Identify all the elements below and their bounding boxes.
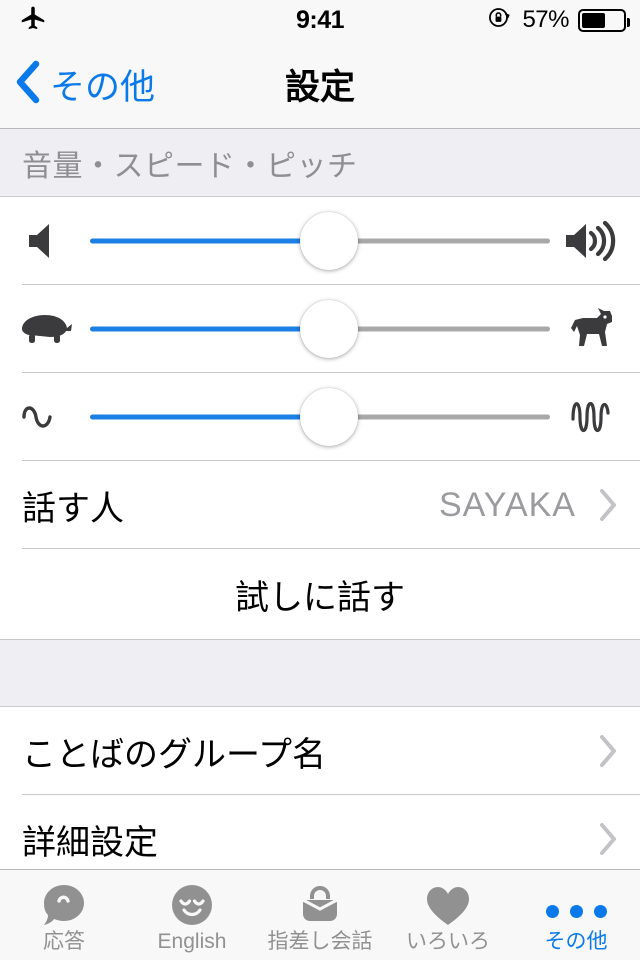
tab-more-label: その他: [544, 930, 608, 953]
pitch-track-fill: [90, 414, 311, 420]
tab-response[interactable]: 応答: [0, 870, 128, 960]
section-header-voice: 音量・スピード・ピッチ: [0, 129, 640, 197]
tab-various[interactable]: いろいろ: [384, 870, 512, 960]
tab-pointing-conversation-label: 指差し会話: [267, 930, 373, 953]
turtle-icon: [4, 307, 90, 351]
status-bar-right: 57%: [486, 0, 630, 40]
speed-track-fill: [90, 326, 311, 332]
settings-screen: 9:41 57% その他 設定 音量・スピード・ピッチ 話す人 SAYAKA 試…: [0, 0, 640, 960]
high-wave-icon: [550, 393, 636, 441]
tab-pointing-conversation[interactable]: 指差し会話: [256, 870, 384, 960]
tab-various-label: いろいろ: [406, 930, 490, 953]
speed-track-remaining: [347, 326, 550, 332]
low-wave-icon: [4, 395, 90, 439]
speaker-voice-row[interactable]: 話す人 SAYAKA: [0, 461, 640, 549]
status-bar: 9:41 57%: [0, 0, 640, 40]
rotation-lock-icon: [486, 4, 513, 36]
speaker-mute-icon: [4, 218, 90, 264]
speech-bubble-icon: [40, 880, 88, 928]
tab-english-label: English: [157, 930, 227, 953]
battery-percentage-label: 57%: [522, 6, 569, 33]
status-bar-clock: 9:41: [295, 5, 345, 34]
tab-bar: 応答 English 指差し会話 いろいろ その他: [0, 869, 640, 960]
volume-slider-thumb[interactable]: [300, 212, 359, 270]
page-title: 設定: [284, 67, 355, 107]
tab-more[interactable]: その他: [512, 870, 640, 960]
more-dots-icon: [545, 880, 607, 928]
volume-slider[interactable]: [90, 197, 550, 285]
navigation-bar: その他 設定: [0, 40, 640, 129]
pitch-slider-row: [0, 373, 640, 461]
pitch-slider-thumb[interactable]: [300, 388, 359, 446]
volume-slider-row: [0, 197, 640, 285]
word-group-name-row[interactable]: ことばのグループ名: [0, 707, 640, 795]
dog-icon: [550, 304, 636, 354]
settings-list: 音量・スピード・ピッチ 話す人 SAYAKA 試しに話す ことばのグループ名 詳…: [0, 129, 640, 870]
section-gap: [0, 639, 640, 707]
speed-slider[interactable]: [90, 285, 550, 373]
pitch-slider[interactable]: [90, 373, 550, 461]
speed-slider-row: [0, 285, 640, 373]
heart-icon: [424, 880, 472, 928]
test-speak-button[interactable]: 試しに話す: [0, 549, 640, 639]
chevron-right-icon: [598, 822, 618, 856]
tab-english[interactable]: English: [128, 870, 256, 960]
chevron-right-icon: [598, 488, 618, 522]
volume-track-remaining: [347, 238, 550, 244]
pitch-track-remaining: [347, 414, 550, 420]
advanced-settings-row[interactable]: 詳細設定: [0, 795, 640, 870]
tab-response-label: 応答: [43, 930, 85, 953]
battery-icon: [578, 8, 630, 32]
advanced-settings-label: 詳細設定: [22, 823, 158, 862]
dot-1: [545, 905, 559, 918]
dot-3: [593, 905, 607, 918]
smiley-face-icon: [169, 880, 215, 928]
word-group-name-label: ことばのグループ名: [22, 735, 326, 774]
volume-track-fill: [90, 238, 311, 244]
dot-2: [569, 905, 583, 918]
test-speak-label: 試しに話す: [235, 578, 405, 617]
speed-slider-thumb[interactable]: [300, 300, 359, 358]
section-header-label: 音量・スピード・ピッチ: [22, 149, 358, 183]
speaker-voice-value: SAYAKA: [438, 485, 576, 524]
chevron-right-icon: [598, 734, 618, 768]
speaker-loud-icon: [550, 217, 636, 265]
speaker-voice-label: 話す人: [22, 489, 124, 528]
basket-icon: [296, 880, 344, 928]
